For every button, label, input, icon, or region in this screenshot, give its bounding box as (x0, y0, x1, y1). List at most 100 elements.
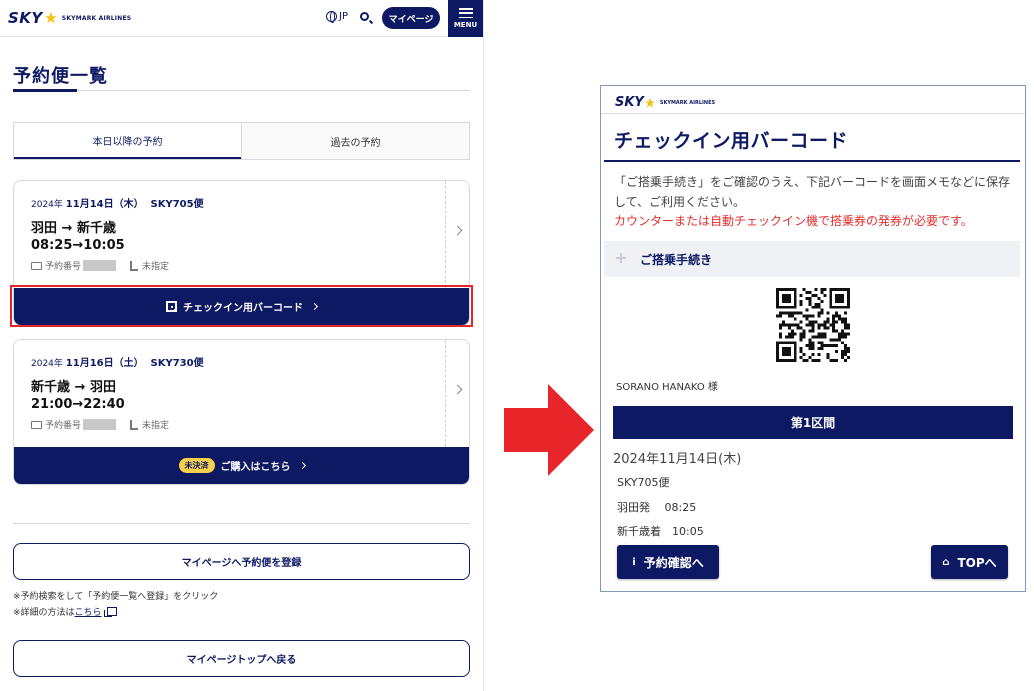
home-icon: ⌂ (942, 556, 950, 568)
arrow-right-icon: → (72, 397, 84, 412)
arrival-time: 22:40 (83, 397, 125, 412)
flight-year: 2024年 (31, 359, 63, 369)
arrow-right-icon: → (57, 221, 77, 236)
header-divider (601, 113, 1025, 114)
skymark-logo: SKY SKYMARK AIRLINES (615, 95, 715, 110)
arrow-right-icon: → (70, 380, 90, 395)
flight-day: 11月16日（土） (65, 358, 144, 369)
logo-brand: SKYMARK AIRLINES (61, 14, 132, 22)
flight-number: SKY705便 (617, 476, 670, 489)
menu-button[interactable]: MENU (448, 0, 483, 37)
seat-icon (130, 419, 139, 430)
tab-upcoming[interactable]: 本日以降の予約 (14, 123, 241, 159)
arrival-time: 10:05 (83, 238, 125, 253)
seat-status: 未指定 (142, 262, 170, 272)
logo-brand: SKYMARK AIRLINES (659, 99, 716, 106)
star-icon (644, 97, 655, 107)
details-link[interactable]: こちら (75, 608, 102, 618)
booking-card-details[interactable]: 2024年 11月16日（土） SKY730便 新千歳 → 羽田 21:00→2… (14, 340, 469, 447)
globe-icon (326, 11, 337, 23)
qr-code-icon (166, 301, 177, 312)
flight-date: 2024年 11月16日（土） SKY730便 (31, 354, 204, 369)
flight-date: 2024年11月14日(木) (613, 452, 742, 467)
flight-year: 2024年 (31, 200, 63, 210)
boarding-procedure-label: ご搭乗手続き (640, 253, 713, 267)
arrow-right-icon (504, 384, 594, 476)
booking-card-details[interactable]: 2024年 11月14日（木） SKY705便 羽田 → 新千歳 08:25→1… (14, 181, 469, 288)
checkin-barcode-screen: SKY SKYMARK AIRLINES チェックイン用バーコード 「ご搭乗手続… (600, 85, 1026, 592)
top-label: TOPへ (957, 555, 997, 570)
route-origin: 羽田 (31, 221, 58, 236)
checkin-barcode-label: チェックイン用バーコード (183, 303, 303, 314)
checkin-barcode-button[interactable]: チェックイン用バーコード (14, 288, 469, 325)
details-note: ※詳細の方法はこちら (13, 605, 117, 618)
unpaid-badge: 未決済 (178, 458, 215, 473)
departure-info: 羽田発 08:25 (617, 501, 697, 514)
logo-text: SKY (615, 95, 644, 110)
top-header: SKY SKYMARK AIRLINES JP マイページ MENU (0, 0, 483, 37)
flight-date: 2024年 11月14日（木） SKY705便 (31, 195, 204, 210)
card-divider (445, 340, 446, 447)
chevron-right-icon (298, 461, 306, 470)
ticket-icon (31, 261, 42, 270)
booking-meta: 予約番号 未指定 (31, 259, 169, 272)
purchase-label: ご購入はこちら (220, 462, 291, 473)
booking-card: 2024年 11月14日（木） SKY705便 羽田 → 新千歳 08:25→1… (13, 180, 470, 326)
title-divider (604, 160, 1020, 162)
purchase-button[interactable]: 未決済 ご購入はこちら (14, 447, 469, 484)
star-icon (44, 12, 57, 24)
qr-code (776, 288, 850, 362)
booking-number-label: 予約番号 (45, 262, 82, 272)
external-link-icon (103, 607, 117, 617)
redacted-booking-number (83, 260, 117, 271)
chevron-right-icon[interactable] (452, 225, 463, 236)
flight-times: 08:25→10:05 (31, 238, 125, 253)
back-to-mypage-button[interactable]: マイページトップへ戻る (13, 640, 470, 677)
page-title: 予約便一覧 (13, 66, 108, 87)
tab-past[interactable]: 過去の予約 (241, 123, 469, 159)
mypage-button[interactable]: マイページ (382, 7, 440, 29)
page-title: チェックイン用バーコード (614, 130, 849, 152)
plus-icon (616, 253, 626, 263)
instructions-text: 「ご搭乗手続き」をご確認のうえ、下記バーコードを画面メモなどに保存して、ご利用く… (614, 175, 1011, 209)
register-booking-button[interactable]: マイページへ予約便を登録 (13, 543, 470, 580)
flight-times: 21:00→22:40 (31, 397, 125, 412)
language-label: JP (339, 11, 348, 22)
search-icon[interactable] (360, 12, 369, 21)
booking-tabs: 本日以降の予約 過去の予約 (13, 122, 470, 160)
departure-time: 08:25 (31, 238, 73, 253)
flight-number: SKY730便 (150, 358, 204, 369)
skymark-logo[interactable]: SKY SKYMARK AIRLINES (8, 9, 131, 27)
route-origin: 新千歳 (31, 380, 71, 395)
route-destination: 羽田 (89, 380, 116, 395)
seat-icon (130, 260, 139, 271)
title-accent (13, 89, 77, 92)
info-icon: i (632, 556, 636, 568)
redacted-booking-number (83, 419, 117, 430)
route-destination: 新千歳 (76, 221, 116, 236)
booking-meta: 予約番号 未指定 (31, 418, 169, 431)
mobile-booking-list-screen: SKY SKYMARK AIRLINES JP マイページ MENU 予約便一覧… (0, 0, 484, 691)
top-button[interactable]: ⌂ TOPへ (931, 545, 1008, 579)
boarding-procedure-toggle[interactable]: ご搭乗手続き (604, 241, 1020, 277)
flight-day: 11月14日（木） (65, 199, 144, 210)
chevron-right-icon[interactable] (452, 384, 463, 395)
flight-route: 新千歳 → 羽田 (31, 376, 116, 395)
passenger-name: SORANO HANAKO 様 (616, 382, 718, 393)
booking-confirm-label: 予約確認へ (643, 555, 704, 570)
arrow-right-icon: → (72, 238, 84, 253)
departure-time: 21:00 (31, 397, 73, 412)
card-divider (445, 181, 446, 288)
register-note: ※予約検索をして「予約便一覧へ登録」をクリック (13, 592, 219, 602)
warning-text: カウンターまたは自動チェックイン機で搭乗券の発券が必要です。 (614, 214, 973, 228)
flight-route: 羽田 → 新千歳 (31, 217, 116, 236)
segment-header: 第1区間 (613, 406, 1013, 439)
hamburger-icon (458, 8, 473, 18)
booking-card: 2024年 11月16日（土） SKY730便 新千歳 → 羽田 21:00→2… (13, 339, 470, 485)
language-switch[interactable]: JP (326, 11, 348, 23)
details-note-prefix: ※詳細の方法は (13, 608, 75, 618)
booking-confirm-button[interactable]: i 予約確認へ (617, 545, 719, 579)
section-divider (13, 523, 470, 524)
flight-number: SKY705便 (150, 199, 204, 210)
ticket-icon (31, 420, 42, 429)
